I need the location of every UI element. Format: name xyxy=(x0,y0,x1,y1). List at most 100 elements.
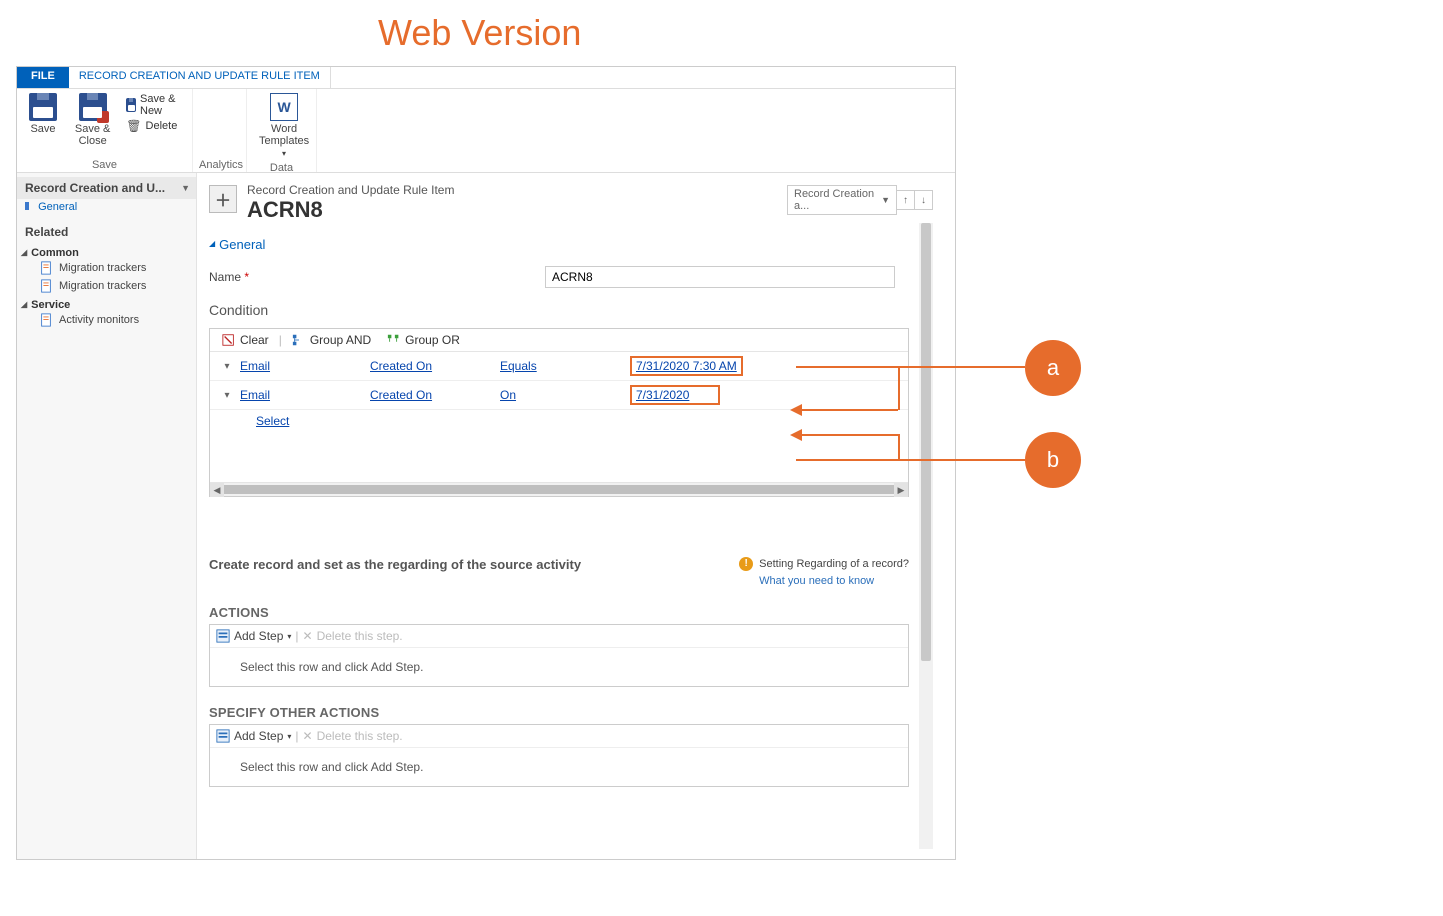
ribbon-group-analytics-label: Analytics xyxy=(199,158,240,172)
sidebar-related-heading: Related xyxy=(17,215,196,243)
nav-up-button[interactable]: ↑ xyxy=(897,190,915,210)
add-step-button[interactable]: Add Step ▾ xyxy=(216,729,291,743)
actions-placeholder[interactable]: Select this row and click Add Step. xyxy=(210,648,908,686)
delete-label: Delete xyxy=(146,120,178,132)
add-step-icon xyxy=(216,629,230,643)
condition-hscroll[interactable]: ◀ ▶ xyxy=(210,482,908,496)
name-field-label: Name * xyxy=(209,270,539,284)
callout-line xyxy=(796,434,898,436)
save-close-button[interactable]: Save & Close xyxy=(63,91,122,149)
sidebar: Record Creation and U... ▼ General Relat… xyxy=(17,173,197,859)
sidebar-title[interactable]: Record Creation and U... ▼ xyxy=(17,177,196,199)
info-icon: ! xyxy=(739,557,753,571)
delete-step-button: ✕ Delete this step. xyxy=(303,629,403,643)
actions-heading: ACTIONS xyxy=(209,605,933,620)
actions-box: Add Step ▾ | ✕ Delete this step. Select … xyxy=(209,624,909,687)
cond-entity-link[interactable]: Email xyxy=(240,388,270,402)
arrow-left-icon xyxy=(790,404,802,419)
add-step-button[interactable]: Add Step ▾ xyxy=(216,629,291,643)
add-step-label: Add Step xyxy=(234,729,283,743)
ribbon-tabs: FILE RECORD CREATION AND UPDATE RULE ITE… xyxy=(17,67,955,89)
save-button[interactable]: Save xyxy=(23,91,63,137)
tab-context[interactable]: RECORD CREATION AND UPDATE RULE ITEM xyxy=(69,67,331,88)
sidebar-item-label: Migration trackers xyxy=(59,280,146,292)
arrow-left-icon xyxy=(790,429,802,444)
nav-down-button[interactable]: ↓ xyxy=(915,190,933,210)
delete-button[interactable]: 🗑 Delete xyxy=(126,119,182,133)
sidebar-title-text: Record Creation and U... xyxy=(25,181,165,195)
record-selector-label: Record Creation a... xyxy=(794,188,881,212)
save-new-label: Save & New xyxy=(140,93,182,117)
sidebar-group-common[interactable]: Common xyxy=(17,243,196,259)
condition-row: ▾ Email Created On On 7/31/2020 xyxy=(210,381,908,410)
cond-field-link[interactable]: Created On xyxy=(370,388,432,402)
callout-a: a xyxy=(1025,340,1081,396)
ribbon: Save Save & Close Save & New 🗑 Delete xyxy=(17,89,955,173)
delete-step-label: Delete this step. xyxy=(317,729,403,743)
sidebar-section-general[interactable]: General xyxy=(17,199,196,215)
chevron-down-icon: ▼ xyxy=(181,183,190,193)
record-selector[interactable]: Record Creation a... ▼ xyxy=(787,185,897,215)
cond-operator-link[interactable]: On xyxy=(500,388,516,402)
vertical-scrollbar[interactable] xyxy=(919,223,933,849)
group-and-button[interactable]: Group AND xyxy=(286,333,377,347)
callout-line xyxy=(796,459,1025,461)
group-or-button[interactable]: Group OR xyxy=(381,333,466,347)
info-title: Setting Regarding of a record? xyxy=(759,558,909,570)
callout-line xyxy=(898,366,900,410)
name-field[interactable] xyxy=(545,266,895,288)
arrow-down-icon: ↓ xyxy=(921,195,926,206)
chevron-down-icon: ▾ xyxy=(224,390,229,401)
arrow-up-icon: ↑ xyxy=(903,195,908,206)
callout-b: b xyxy=(1025,432,1081,488)
scrollbar-thumb[interactable] xyxy=(224,485,894,494)
word-templates-button[interactable]: W Word Templates ▾ xyxy=(253,91,315,161)
cond-value-link[interactable]: 7/31/2020 7:30 AM xyxy=(630,356,743,376)
specify-placeholder[interactable]: Select this row and click Add Step. xyxy=(210,748,908,786)
close-icon: ✕ xyxy=(303,629,313,643)
word-templates-label: Word Templates ▾ xyxy=(259,123,309,159)
row-menu-button[interactable]: ▾ xyxy=(218,361,236,372)
cond-select-link[interactable]: Select xyxy=(218,414,289,428)
delete-step-button: ✕ Delete this step. xyxy=(303,729,403,743)
document-icon xyxy=(39,261,53,275)
add-step-icon xyxy=(216,729,230,743)
group-and-label: Group AND xyxy=(310,333,371,347)
group-or-icon xyxy=(387,333,401,347)
sidebar-item-migration-2[interactable]: Migration trackers xyxy=(17,277,196,295)
app-window: FILE RECORD CREATION AND UPDATE RULE ITE… xyxy=(16,66,956,860)
sidebar-item-migration-1[interactable]: Migration trackers xyxy=(17,259,196,277)
info-link[interactable]: What you need to know xyxy=(759,571,909,587)
cond-entity-link[interactable]: Email xyxy=(240,359,270,373)
record-type: Record Creation and Update Rule Item xyxy=(247,183,454,197)
clear-icon xyxy=(222,333,236,347)
add-step-label: Add Step xyxy=(234,629,283,643)
page-header: Web Version xyxy=(378,12,581,54)
document-icon xyxy=(39,279,53,293)
condition-heading: Condition xyxy=(209,302,933,318)
save-icon xyxy=(29,93,57,121)
callout-line xyxy=(898,434,900,460)
sidebar-item-label: Activity monitors xyxy=(59,314,139,326)
cond-field-link[interactable]: Created On xyxy=(370,359,432,373)
content: ＋ Record Creation and Update Rule Item A… xyxy=(197,173,955,859)
scrollbar-thumb[interactable] xyxy=(921,223,931,661)
group-or-label: Group OR xyxy=(405,333,460,347)
save-new-button[interactable]: Save & New xyxy=(126,93,182,117)
save-close-label: Save & Close xyxy=(69,123,116,147)
section-general[interactable]: General xyxy=(209,223,933,258)
group-and-icon xyxy=(292,333,306,347)
chevron-down-icon: ▼ xyxy=(881,195,890,205)
chevron-down-icon: ▾ xyxy=(282,149,286,158)
cond-value-link[interactable]: 7/31/2020 xyxy=(630,385,720,405)
create-record-heading: Create record and set as the regarding o… xyxy=(209,557,581,572)
tab-file[interactable]: FILE xyxy=(17,67,69,88)
sidebar-item-activity-monitors[interactable]: Activity monitors xyxy=(17,311,196,329)
save-close-icon xyxy=(79,93,107,121)
scroll-left-icon: ◀ xyxy=(210,483,224,497)
clear-button[interactable]: Clear xyxy=(216,333,275,347)
sidebar-group-service[interactable]: Service xyxy=(17,295,196,311)
cond-operator-link[interactable]: Equals xyxy=(500,359,537,373)
document-icon xyxy=(39,313,53,327)
row-menu-button[interactable]: ▾ xyxy=(218,390,236,401)
